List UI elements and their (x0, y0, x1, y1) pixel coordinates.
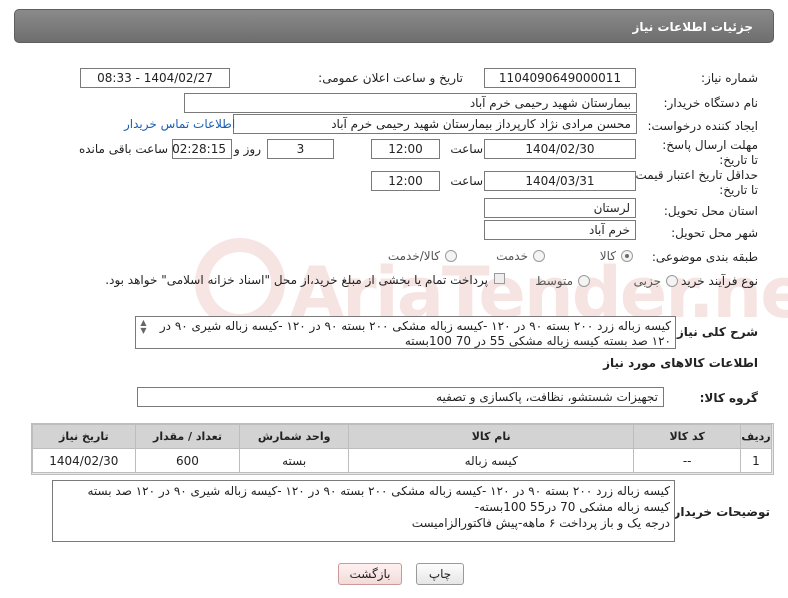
days-label: روز و (234, 142, 261, 156)
table-header-name: نام کالا (348, 424, 635, 449)
print-button[interactable]: چاپ (416, 563, 464, 585)
description-textarea[interactable]: کیسه زباله زرد ۲۰۰ بسته ۹۰ در ۱۲۰ -کیسه … (135, 316, 676, 349)
buyer-contact-link[interactable]: اطلاعات تماس خریدار (124, 117, 235, 131)
city-label: شهر محل تحویل: (671, 226, 758, 240)
cell-unit: بسته (239, 448, 350, 473)
category-option-service[interactable]: خدمت (496, 249, 545, 263)
deadline-time-label: ساعت (450, 142, 483, 156)
scroll-arrows-icon[interactable]: ▲ ▼ (138, 319, 149, 335)
city-field[interactable]: خرم آباد (484, 220, 636, 240)
deadline-label: مهلت ارسال پاسخ: تا تاریخ: (662, 138, 758, 167)
validity-date-field[interactable]: 1404/03/31 (484, 171, 636, 191)
time-remaining-label: ساعت باقی مانده (78, 142, 168, 156)
radio-icon (578, 275, 590, 287)
page-header: جزئیات اطلاعات نیاز (14, 9, 774, 43)
radio-checked-icon (621, 250, 633, 262)
table-header-quantity: تعداد / مقدار (134, 424, 241, 449)
creator-field[interactable]: محسن مرادی نژاد کارپرداز بیمارستان شهید … (233, 114, 637, 134)
table-header-code: کد کالا (633, 424, 741, 449)
time-remaining-field[interactable]: 02:28:15 (172, 139, 232, 159)
announce-datetime-field[interactable]: 1404/02/27 - 08:33 (80, 68, 230, 88)
treasury-payment-checkbox[interactable] (494, 273, 505, 284)
radio-icon (666, 275, 678, 287)
category-label: طبقه بندی موضوعی: (651, 250, 758, 264)
min-validity-to-label: تا تاریخ: (719, 183, 758, 197)
cell-row-number: 1 (740, 448, 772, 473)
min-validity-label: حداقل تاریخ اعتبار قیمت: (631, 168, 758, 182)
category-option-goods[interactable]: کالا (600, 249, 633, 263)
goods-info-title: اطلاعات کالاهای مورد نیاز (603, 356, 758, 370)
process-label: نوع فرآیند خرید : (673, 274, 758, 288)
announce-label: تاریخ و ساعت اعلان عمومی: (318, 71, 463, 85)
cell-name: کیسه زباله (348, 448, 635, 473)
buyer-org-field[interactable]: بیمارستان شهید رحیمی خرم آباد (184, 93, 637, 113)
deadline-date-field[interactable]: 1404/02/30 (484, 139, 636, 159)
table-header-row-number: ردیف (740, 424, 772, 449)
category-option-goods-service[interactable]: کالا/خدمت (388, 249, 457, 263)
province-label: استان محل تحویل: (663, 204, 758, 218)
items-table: ردیف کد کالا نام کالا واحد شمارش تعداد /… (32, 424, 772, 473)
page-title: جزئیات اطلاعات نیاز (632, 20, 753, 34)
table-header-unit: واحد شمارش (239, 424, 350, 449)
back-button[interactable]: بازگشت (338, 563, 402, 585)
table-row[interactable]: 1 -- کیسه زباله بسته 600 1404/02/30 (32, 448, 772, 473)
goods-group-label: گروه کالا: (699, 391, 758, 405)
validity-time-label: ساعت (450, 174, 483, 188)
radio-icon (445, 250, 457, 262)
cell-need-date: 1404/02/30 (32, 448, 136, 473)
need-number-label: شماره نیاز: (701, 71, 758, 85)
buyer-notes-label: توضیحات خریدار: (668, 505, 770, 519)
cell-quantity: 600 (134, 448, 241, 473)
buyer-notes-line: کیسه زباله مشکی 70 در55 100بسته- (474, 500, 670, 514)
validity-time-field[interactable]: 12:00 (371, 171, 440, 191)
buyer-notes-line: درجه یک و باز پرداخت ۶ ماهه-پیش فاکتورال… (411, 516, 670, 530)
table-header-need-date: تاریخ نیاز (32, 424, 136, 449)
buyer-notes-line: کیسه زباله زرد ۲۰۰ بسته ۹۰ در ۱۲۰ -کیسه … (87, 484, 671, 498)
creator-label: ایجاد کننده درخواست: (647, 119, 758, 133)
description-label: شرح کلی نیاز: (672, 325, 758, 339)
buyer-org-label: نام دستگاه خریدار: (663, 96, 759, 110)
province-field[interactable]: لرستان (484, 198, 636, 218)
need-number-field[interactable]: 1104090649000011 (484, 68, 636, 88)
process-option-minor[interactable]: جزیی (634, 274, 678, 288)
days-remaining-field[interactable]: 3 (267, 139, 334, 159)
buyer-notes-textarea[interactable]: کیسه زباله زرد ۲۰۰ بسته ۹۰ در ۱۲۰ -کیسه … (52, 480, 675, 542)
treasury-payment-note: پرداخت تمام یا بخشی از مبلغ خرید،از محل … (105, 273, 488, 287)
deadline-time-field[interactable]: 12:00 (371, 139, 440, 159)
goods-group-field[interactable]: تجهیزات شستشو، نظافت، پاکسازی و تصفیه (137, 387, 664, 407)
radio-icon (533, 250, 545, 262)
process-option-medium[interactable]: متوسط (535, 274, 590, 288)
cell-code: -- (633, 448, 741, 473)
